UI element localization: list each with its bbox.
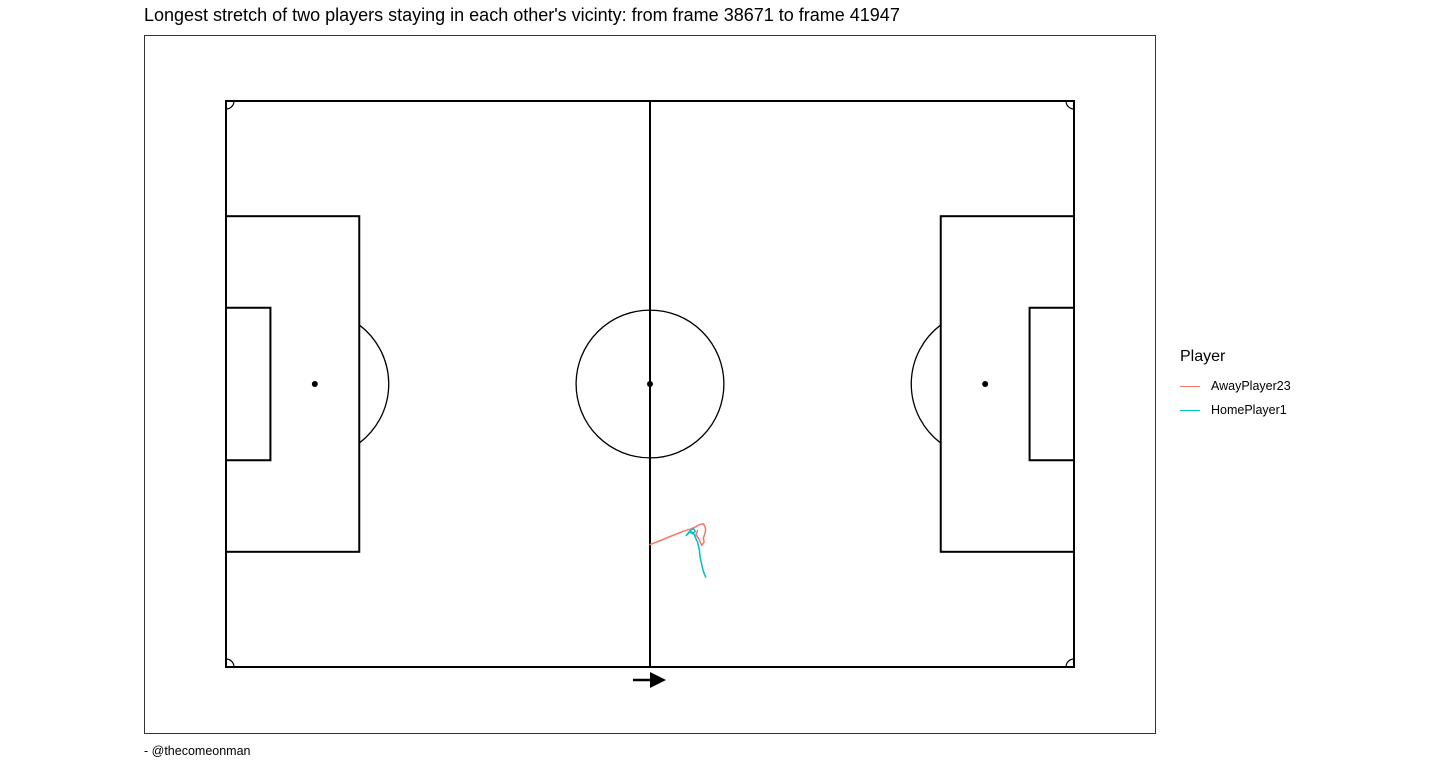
- legend: Player AwayPlayer23 HomePlayer1: [1180, 348, 1291, 422]
- legend-items: AwayPlayer23 HomePlayer1: [1180, 374, 1291, 422]
- center-spot: [647, 381, 653, 387]
- right-penalty-spot: [982, 381, 989, 387]
- legend-item: AwayPlayer23: [1180, 374, 1291, 398]
- legend-item: HomePlayer1: [1180, 398, 1291, 422]
- legend-label: AwayPlayer23: [1211, 379, 1291, 393]
- legend-key-line: [1180, 409, 1200, 411]
- legend-key-line: [1180, 385, 1200, 387]
- legend-title: Player: [1180, 348, 1226, 365]
- legend-label: HomePlayer1: [1211, 403, 1287, 417]
- caption: - @thecomeonman: [144, 744, 251, 758]
- left-penalty-spot: [311, 381, 318, 387]
